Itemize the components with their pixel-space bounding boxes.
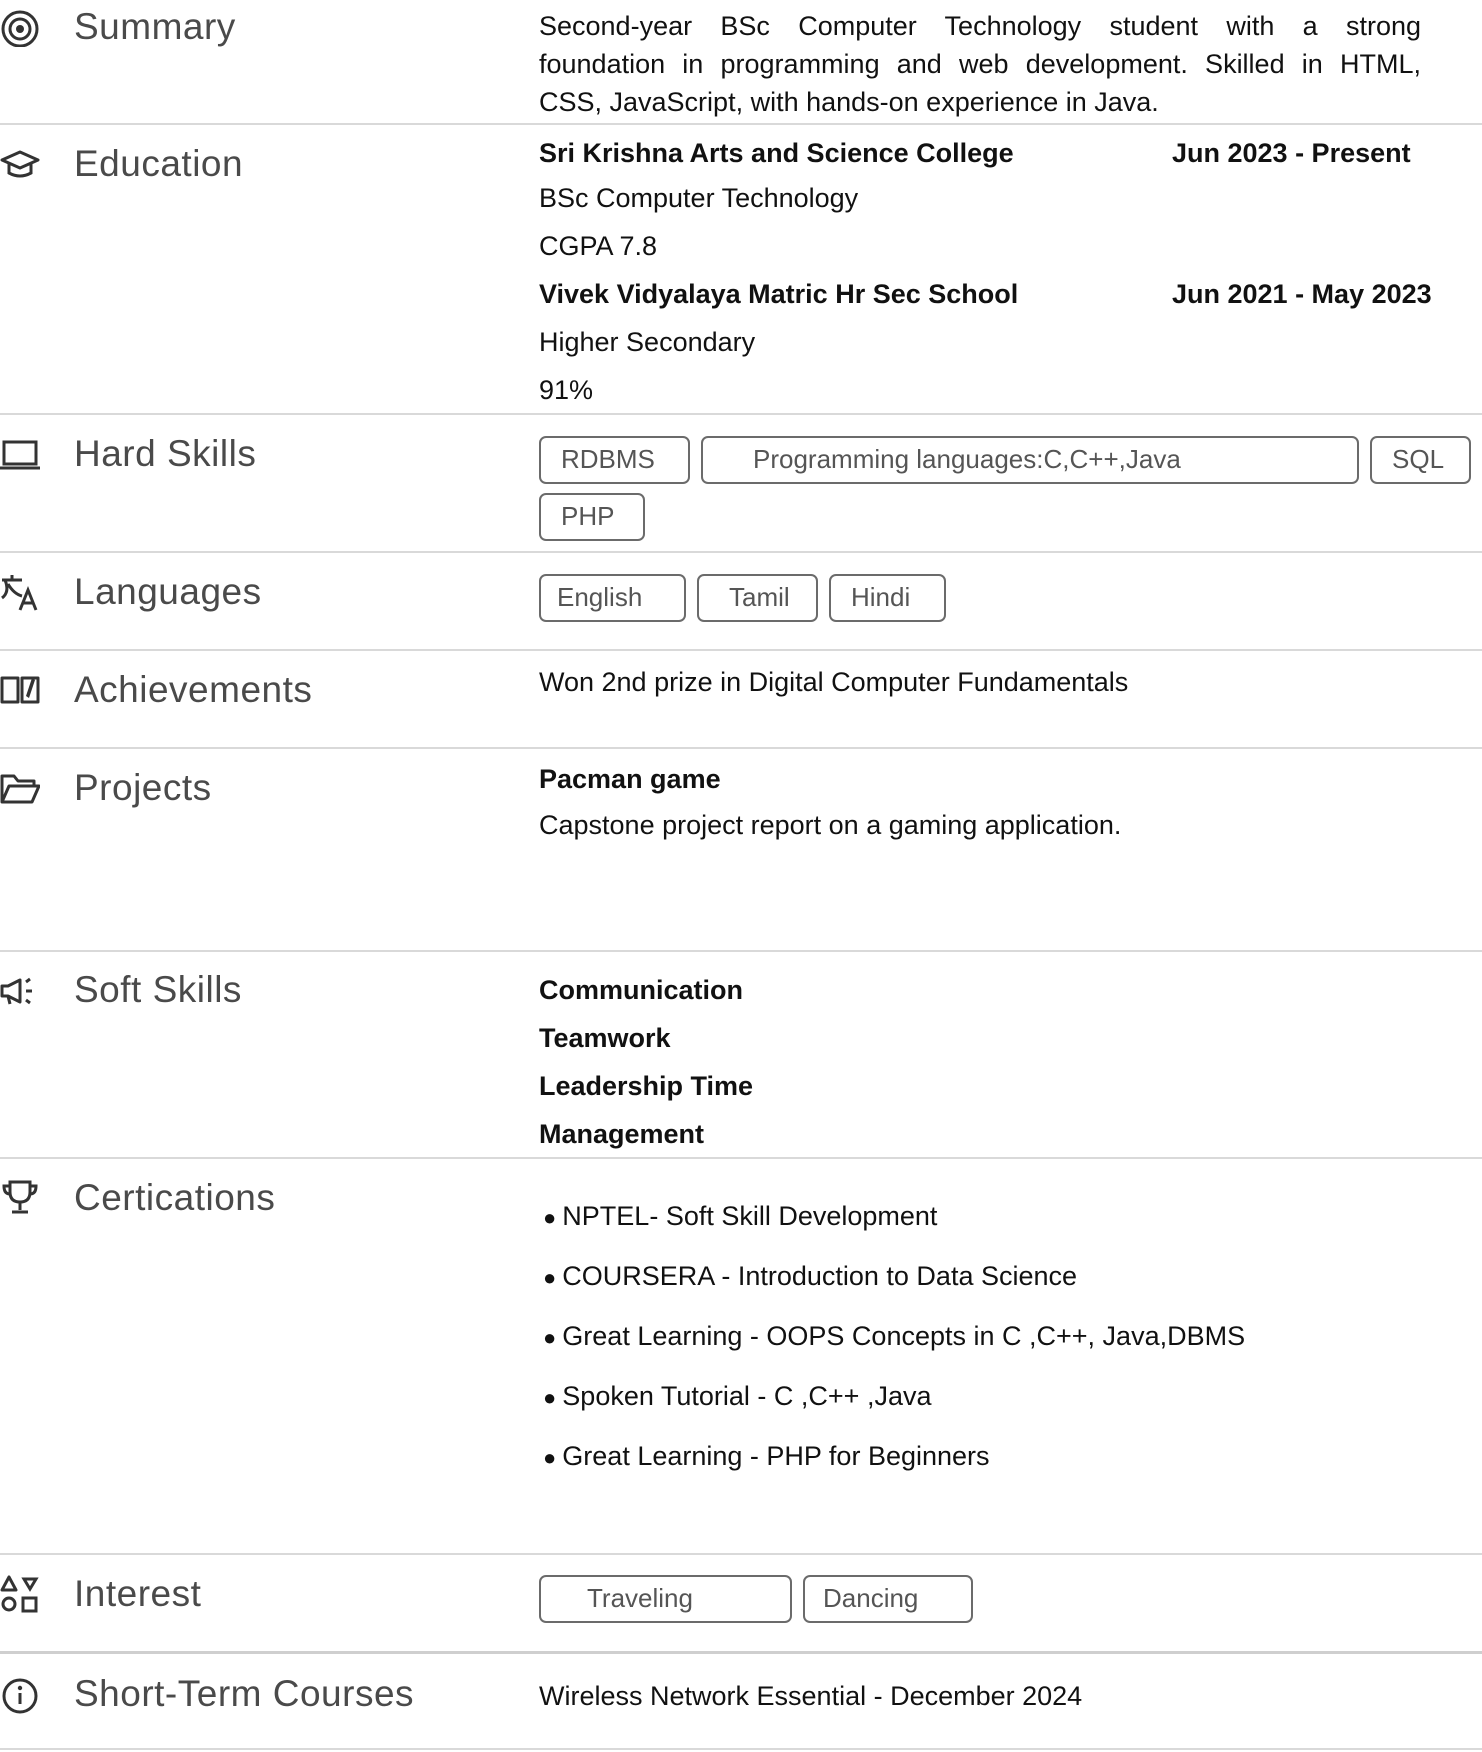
graduation-cap-icon <box>0 143 42 185</box>
megaphone-icon <box>0 969 42 1011</box>
language-tag: Hindi <box>829 574 946 622</box>
interest-title: Interest <box>74 1573 202 1614</box>
bullet-dot: ● <box>543 1385 557 1410</box>
interest-tag: Traveling <box>539 1575 792 1623</box>
certification-item: ● Great Learning - OOPS Concepts in C ,C+… <box>543 1321 1245 1352</box>
summary-header: Summary <box>0 5 235 49</box>
soft-skill-item: Management <box>539 1119 705 1149</box>
certification-text: Great Learning - PHP for Beginners <box>562 1441 990 1471</box>
divider <box>0 1157 1482 1159</box>
soft-skill-item: Teamwork <box>539 1023 671 1053</box>
laptop-icon <box>0 433 42 475</box>
folder-open-icon <box>0 767 42 809</box>
education-dates-2: Jun 2021 - May 2023 <box>1172 279 1432 309</box>
projects-title: Projects <box>74 767 212 808</box>
divider <box>0 950 1482 952</box>
bullet-dot: ● <box>543 1265 557 1290</box>
hard-skills-title: Hard Skills <box>74 433 257 474</box>
skill-tag: RDBMS <box>539 436 690 484</box>
interest-header: Interest <box>0 1572 201 1616</box>
certification-text: NPTEL- Soft Skill Development <box>562 1201 938 1231</box>
certification-text: Great Learning - OOPS Concepts in C ,C++… <box>562 1321 1246 1351</box>
translate-icon <box>0 571 42 613</box>
skill-tag: PHP <box>539 493 645 541</box>
divider <box>0 747 1482 749</box>
certification-item: ● Spoken Tutorial - C ,C++ ,Java <box>543 1381 931 1412</box>
certifications-header: Certications <box>0 1176 275 1220</box>
education-title: Education <box>74 143 244 184</box>
certification-text: COURSERA - Introduction to Data Science <box>562 1261 1078 1291</box>
summary-line-2: foundation in programming and web develo… <box>539 49 1421 79</box>
education-degree-1: BSc Computer Technology <box>539 183 859 213</box>
certification-text: Spoken Tutorial - C ,C++ ,Java <box>562 1381 932 1411</box>
achievements-header: Achievements <box>0 668 312 712</box>
divider <box>0 649 1482 651</box>
summary-text: Second-year BSc Computer Technology stud… <box>539 7 1421 121</box>
education-institution-1: Sri Krishna Arts and Science College <box>539 138 1014 168</box>
divider <box>0 123 1482 125</box>
certification-item: ● COURSERA - Introduction to Data Science <box>543 1261 1077 1292</box>
trophy-icon <box>0 1177 42 1219</box>
education-institution-2: Vivek Vidyalaya Matric Hr Sec School <box>539 279 1019 309</box>
divider <box>0 1651 1482 1654</box>
divider <box>0 1748 1482 1750</box>
open-book-icon <box>0 669 42 711</box>
soft-skill-item: Communication <box>539 975 744 1005</box>
education-dates-1: Jun 2023 - Present <box>1172 138 1411 168</box>
hard-skills-header: Hard Skills <box>0 432 256 476</box>
bullet-dot: ● <box>543 1325 557 1350</box>
certifications-title: Certications <box>74 1177 276 1218</box>
target-icon <box>0 6 42 48</box>
skill-tag: Programming languages:C,C++,Java <box>701 436 1359 484</box>
soft-skills-header: Soft Skills <box>0 968 241 1012</box>
education-score-2: 91% <box>539 375 594 405</box>
interest-tag: Dancing <box>803 1575 973 1623</box>
languages-title: Languages <box>74 571 262 612</box>
projects-header: Projects <box>0 766 211 810</box>
languages-header: Languages <box>0 570 261 614</box>
language-tag: Tamil <box>697 574 818 622</box>
summary-line-3: CSS, JavaScript, with hands-on experienc… <box>539 87 1159 117</box>
achievement-text: Won 2nd prize in Digital Computer Fundam… <box>539 667 1129 697</box>
bullet-dot: ● <box>543 1445 557 1470</box>
project-description: Capstone project report on a gaming appl… <box>539 810 1122 840</box>
certification-item: ● Great Learning - PHP for Beginners <box>543 1441 990 1472</box>
soft-skills-title: Soft Skills <box>74 969 242 1010</box>
divider <box>0 551 1482 553</box>
education-header: Education <box>0 142 243 186</box>
divider <box>0 1553 1482 1555</box>
short-term-courses-title: Short-Term Courses <box>74 1673 415 1714</box>
project-name: Pacman game <box>539 764 721 794</box>
info-icon <box>0 1673 42 1715</box>
education-degree-2: Higher Secondary <box>539 327 756 357</box>
summary-title: Summary <box>74 6 236 47</box>
achievements-title: Achievements <box>74 669 313 710</box>
shapes-icon <box>0 1573 42 1615</box>
soft-skill-item: Leadership Time <box>539 1071 754 1101</box>
certification-item: ● NPTEL- Soft Skill Development <box>543 1201 937 1232</box>
skill-tag: SQL <box>1370 436 1471 484</box>
summary-line-1: Second-year BSc Computer Technology stud… <box>539 11 1421 41</box>
bullet-dot: ● <box>543 1205 557 1230</box>
short-term-courses-header: Short-Term Courses <box>0 1672 414 1716</box>
divider <box>0 413 1482 415</box>
language-tag: English <box>539 574 686 622</box>
education-score-1: CGPA 7.8 <box>539 231 658 261</box>
short-term-course-text: Wireless Network Essential - December 20… <box>539 1681 1083 1711</box>
